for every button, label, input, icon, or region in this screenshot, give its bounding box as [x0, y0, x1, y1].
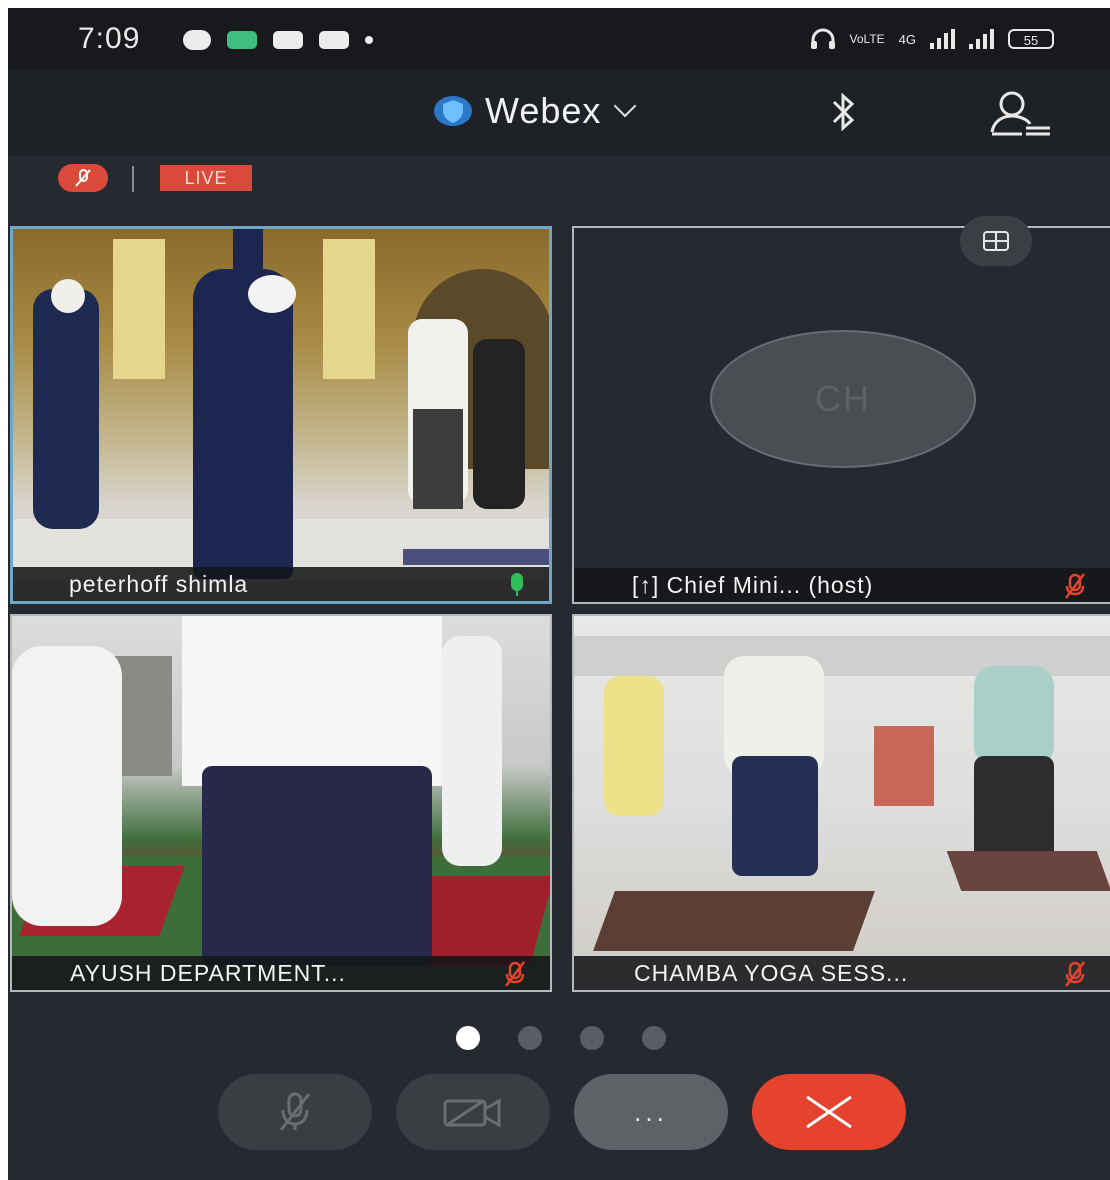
- tile-label: CHAMBA YOGA SESS...: [574, 956, 1110, 990]
- jio-icon: [183, 30, 211, 50]
- video-frame: [574, 616, 1110, 990]
- tile-label: AYUSH DEPARTMENT...: [12, 956, 550, 990]
- banner: [874, 726, 934, 806]
- battery-icon: 55: [1008, 29, 1054, 49]
- wall-poster: [323, 239, 375, 379]
- person: [974, 666, 1054, 766]
- live-badge: LIVE: [160, 165, 252, 191]
- participant-name: CHAMBA YOGA SESS...: [634, 960, 909, 986]
- mic-muted-icon: [505, 961, 525, 987]
- tile-label: [↑] Chief Mini... (host): [574, 568, 1110, 602]
- grid-layout-icon: [983, 231, 1009, 251]
- person: [193, 269, 293, 579]
- mic-muted-icon: [75, 169, 91, 187]
- video-frame: [13, 229, 549, 601]
- signal-icon: [930, 29, 955, 49]
- more-notifications-icon: [365, 36, 373, 44]
- person: [33, 289, 99, 529]
- mail-icon: [273, 31, 303, 49]
- network-type-label: 4G: [898, 31, 916, 47]
- mic-muted-icon: [1065, 961, 1085, 987]
- video-button[interactable]: [396, 1074, 550, 1150]
- page-dot-3[interactable]: [580, 1026, 604, 1050]
- bluetooth-button[interactable]: [826, 90, 862, 139]
- video-tile-host[interactable]: CH [↑] Chief Mini... (host): [572, 226, 1110, 604]
- person: [442, 636, 502, 866]
- participant-name: peterhoff shimla: [69, 571, 249, 597]
- tile-label: peterhoff shimla: [13, 567, 549, 601]
- chevron-down-icon: [614, 94, 637, 118]
- video-tile-ayush-department[interactable]: AYUSH DEPARTMENT...: [10, 614, 552, 992]
- volte-icon: VoLTE: [849, 31, 885, 46]
- app-title: Webex: [485, 90, 602, 131]
- video-frame: [12, 616, 550, 990]
- close-icon: [806, 1095, 852, 1129]
- video-tile-peterhoff-shimla[interactable]: peterhoff shimla: [10, 226, 552, 604]
- recording-indicator: [58, 164, 108, 192]
- webex-meeting-screen: 7:09 VoLTE 4G 55 Webex LIVE peterhoff sh…: [8, 8, 1110, 1180]
- participant-name: AYUSH DEPARTMENT...: [70, 960, 346, 986]
- meeting-title-button[interactable]: Webex: [433, 90, 637, 132]
- notification-icons: [183, 30, 373, 50]
- app-notification-icon: [227, 31, 257, 49]
- participant-name: [↑] Chief Mini... (host): [632, 572, 874, 598]
- status-bar: 7:09 VoLTE 4G 55: [8, 8, 1110, 70]
- meeting-header: Webex: [8, 70, 1110, 156]
- person-legs: [413, 409, 463, 509]
- mic-active-icon: [511, 573, 523, 596]
- shield-icon: [434, 96, 472, 126]
- person-legs: [732, 756, 818, 876]
- person-legs: [202, 766, 432, 966]
- video-off-icon: [443, 1098, 501, 1128]
- person-head: [248, 275, 296, 313]
- page-dot-2[interactable]: [518, 1026, 542, 1050]
- mic-muted-icon: [279, 1092, 311, 1131]
- bluetooth-icon: [832, 92, 855, 132]
- more-options-button[interactable]: ...: [574, 1074, 728, 1150]
- youtube-icon: [319, 31, 349, 49]
- yoga-mat: [946, 851, 1110, 891]
- yoga-mat: [403, 549, 549, 565]
- avatar: CH: [710, 330, 976, 468]
- signal-2-icon: [969, 29, 994, 49]
- wall-poster: [113, 239, 165, 379]
- divider: [132, 166, 134, 192]
- mic-muted-icon: [1065, 573, 1085, 599]
- person-legs: [974, 756, 1054, 866]
- mute-button[interactable]: [218, 1074, 372, 1150]
- person: [182, 616, 442, 786]
- page-dot-1[interactable]: [456, 1026, 480, 1050]
- system-status-icons: VoLTE 4G 55: [810, 28, 1054, 50]
- person-head: [51, 279, 85, 313]
- participants-button[interactable]: [988, 90, 1052, 143]
- participants-icon: [990, 91, 1050, 136]
- page-indicator[interactable]: [456, 1026, 666, 1050]
- video-tile-chamba-yoga[interactable]: CHAMBA YOGA SESS...: [572, 614, 1110, 992]
- layout-toggle-button[interactable]: [960, 216, 1032, 266]
- person: [604, 676, 664, 816]
- headphones-icon: [810, 28, 835, 49]
- page-dot-4[interactable]: [642, 1026, 666, 1050]
- yoga-mat: [593, 891, 875, 951]
- person: [12, 646, 122, 926]
- person: [473, 339, 525, 509]
- status-time: 7:09: [78, 22, 141, 55]
- end-call-button[interactable]: [752, 1074, 906, 1150]
